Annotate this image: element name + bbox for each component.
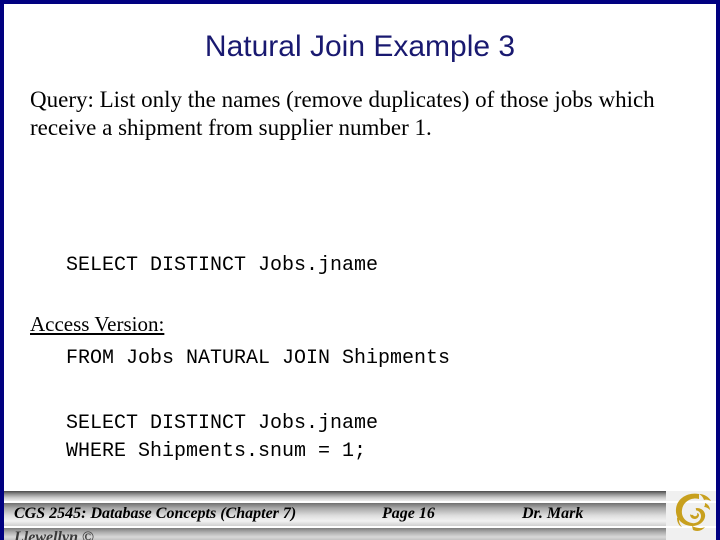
footer-lower-band — [4, 528, 716, 540]
sql-line: SELECT DISTINCT Jobs.jname — [66, 412, 379, 435]
ucf-pegasus-logo — [666, 488, 716, 540]
access-version-heading: Access Version: — [30, 312, 165, 336]
slide-title: Natural Join Example 3 — [204, 30, 516, 63]
footer-copyright-label: Llewellyn © — [14, 529, 94, 540]
presentation-slide: Natural Join Example 3 Query: List only … — [0, 0, 720, 540]
slide-footer: CGS 2545: Database Concepts (Chapter 7) … — [4, 488, 716, 540]
query-description: Query: List only the names (remove dupli… — [30, 87, 655, 140]
footer-accent-band — [4, 491, 716, 502]
sql-line: SELECT DISTINCT Jobs.jname — [66, 254, 379, 277]
footer-course-label: CGS 2545: Database Concepts (Chapter 7) — [14, 505, 297, 522]
footer-author-name: Dr. Mark — [522, 505, 584, 522]
footer-page-number: Page 16 — [382, 505, 435, 522]
